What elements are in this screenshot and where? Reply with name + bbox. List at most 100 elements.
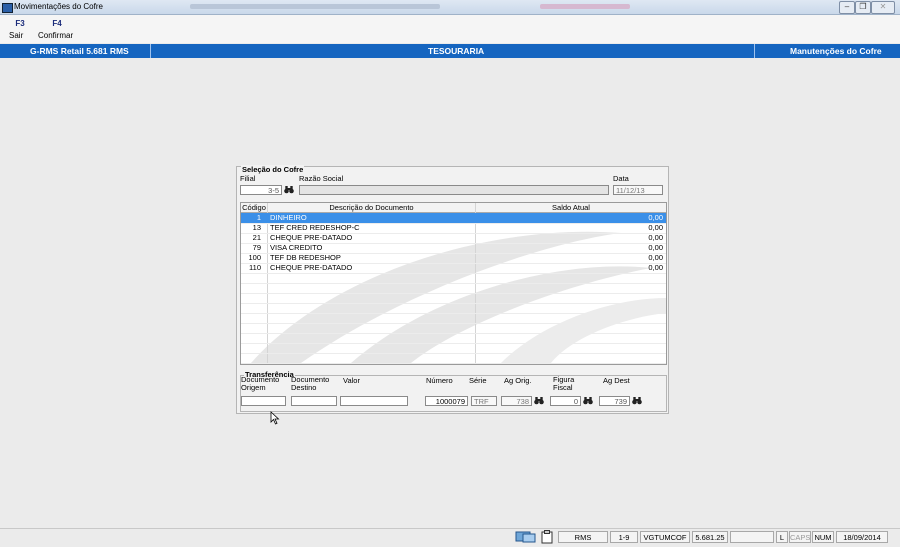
data-field: 11/12/13 <box>613 185 663 195</box>
doc-destino-label: Documento Destino <box>291 376 329 392</box>
system-name: G-RMS Retail 5.681 RMS <box>30 46 129 56</box>
status-version: 5.681.25 <box>692 531 728 543</box>
ag-dest-field[interactable]: 739 <box>599 396 630 406</box>
window-titlebar: Movimentações do Cofre – ❐ ✕ <box>0 0 900 15</box>
col-descricao: Descrição do Documento <box>329 203 414 212</box>
screen-name: Manutenções do Cofre <box>790 46 882 56</box>
razao-social-field <box>299 185 609 195</box>
binoculars-icon[interactable] <box>632 396 642 406</box>
cell-codigo: 79 <box>252 243 261 252</box>
table-row[interactable]: 13 TEF CRED REDESHOP-C 0,00 <box>241 223 666 233</box>
cell-codigo: 13 <box>252 223 261 232</box>
header-divider <box>150 44 151 58</box>
sair-label: Sair <box>9 31 24 40</box>
row-gridline <box>241 333 666 334</box>
data-label: Data <box>613 174 629 183</box>
row-gridline <box>241 323 666 324</box>
selecao-group-title: Seleção do Cofre <box>241 165 305 174</box>
restore-button[interactable]: ❐ <box>855 1 871 14</box>
doc-destino-field[interactable] <box>291 396 337 406</box>
table-row[interactable]: 100 TEF DB REDESHOP 0,00 <box>241 253 666 263</box>
col-saldo: Saldo Atual <box>552 203 590 212</box>
doc-origem-label-2: Origem <box>241 383 266 392</box>
binoculars-icon[interactable] <box>284 185 294 195</box>
sair-button[interactable]: F3 Sair <box>9 19 31 40</box>
minimize-button[interactable]: – <box>839 1 855 14</box>
status-blank <box>730 531 774 543</box>
module-header: G-RMS Retail 5.681 RMS TESOURARIA Manute… <box>0 44 900 58</box>
table-row[interactable]: 21 CHEQUE PRE-DATADO 0,00 <box>241 233 666 243</box>
table-row[interactable]: 110 CHEQUE PRE-DATADO 0,00 <box>241 263 666 273</box>
figura-fiscal-field[interactable]: 0 <box>550 396 581 406</box>
row-gridline <box>241 313 666 314</box>
figura-label-2: Fiscal <box>553 383 573 392</box>
status-program: VGTUMCOF <box>640 531 690 543</box>
ag-orig-field: 738 <box>501 396 532 406</box>
clipboard-icon <box>541 530 553 544</box>
network-icon <box>515 531 537 543</box>
sair-key: F3 <box>15 19 25 28</box>
cofre-panel: Seleção do Cofre Filial 3-5 Razão Social… <box>236 165 669 414</box>
valor-label: Valor <box>343 376 360 385</box>
cell-saldo: 0,00 <box>648 263 663 272</box>
confirmar-label: Confirmar <box>38 31 74 40</box>
confirmar-button[interactable]: F4 Confirmar <box>38 19 76 40</box>
doc-origem-field[interactable] <box>241 396 286 406</box>
numero-field[interactable]: 1000079 <box>425 396 468 406</box>
figura-fiscal-label: Figura Fiscal <box>553 376 574 392</box>
status-l: L <box>776 531 788 543</box>
header-divider <box>754 44 755 58</box>
cell-saldo: 0,00 <box>648 213 663 222</box>
filial-label: Filial <box>240 174 256 183</box>
serie-label: Série <box>469 376 487 385</box>
cell-saldo: 0,00 <box>648 233 663 242</box>
row-gridline <box>241 283 666 284</box>
row-gridline <box>241 293 666 294</box>
valor-field[interactable] <box>340 396 408 406</box>
mouse-cursor-icon <box>270 411 280 425</box>
row-gridline <box>241 343 666 344</box>
transferencia-group: Transferência Documento Origem Documento D… <box>240 370 667 412</box>
status-bar: RMS 1-9 VGTUMCOF 5.681.25 L CAPS NUM 18/… <box>0 528 900 547</box>
window-title: Movimentações do Cofre <box>14 2 103 11</box>
cofre-grid[interactable]: Código Descrição do Documento Saldo Atua… <box>240 202 667 365</box>
table-row[interactable]: 1 DINHEIRO 0,00 <box>241 213 666 223</box>
doc-origem-label: Documento Origem <box>241 376 279 392</box>
function-toolbar: F3 Sair F4 Confirmar <box>0 15 900 43</box>
grid-header: Código Descrição do Documento Saldo Atua… <box>241 203 666 213</box>
cell-codigo: 21 <box>252 233 261 242</box>
cell-saldo: 0,00 <box>648 253 663 262</box>
status-page: 1-9 <box>610 531 638 543</box>
numero-label: Número <box>426 376 453 385</box>
cell-codigo: 110 <box>249 263 261 272</box>
ag-orig-label: Ag Orig. <box>504 376 532 385</box>
status-date: 18/09/2014 <box>836 531 888 543</box>
cell-codigo: 100 <box>248 253 261 262</box>
cell-saldo: 0,00 <box>648 243 663 252</box>
cell-descricao: DINHEIRO <box>270 213 307 222</box>
cell-descricao: CHEQUE PRE-DATADO <box>270 263 353 272</box>
confirmar-key: F4 <box>52 19 62 28</box>
status-system: RMS <box>558 531 608 543</box>
row-gridline <box>241 273 666 274</box>
status-num: NUM <box>812 531 834 543</box>
table-row[interactable]: 79 VISA CREDITO 0,00 <box>241 243 666 253</box>
row-gridline <box>241 303 666 304</box>
cell-descricao: CHEQUE PRE-DATADO <box>270 233 353 242</box>
doc-destino-label-2: Destino <box>291 383 317 392</box>
col-codigo: Código <box>242 203 266 212</box>
binoculars-icon[interactable] <box>583 396 593 406</box>
close-button[interactable]: ✕ <box>871 1 895 14</box>
binoculars-icon[interactable] <box>534 396 544 406</box>
cell-saldo: 0,00 <box>648 223 663 232</box>
cell-descricao: VISA CREDITO <box>270 243 323 252</box>
ag-dest-label: Ag Dest <box>603 376 630 385</box>
module-name: TESOURARIA <box>428 46 485 56</box>
row-gridline <box>241 353 666 354</box>
cell-codigo: 1 <box>256 213 261 222</box>
row-gridline <box>241 363 666 364</box>
filial-field[interactable]: 3-5 <box>240 185 282 195</box>
serie-field: TRF <box>471 396 497 406</box>
blurred-titlebar-text <box>190 4 440 9</box>
blurred-titlebar-tab <box>540 4 630 9</box>
